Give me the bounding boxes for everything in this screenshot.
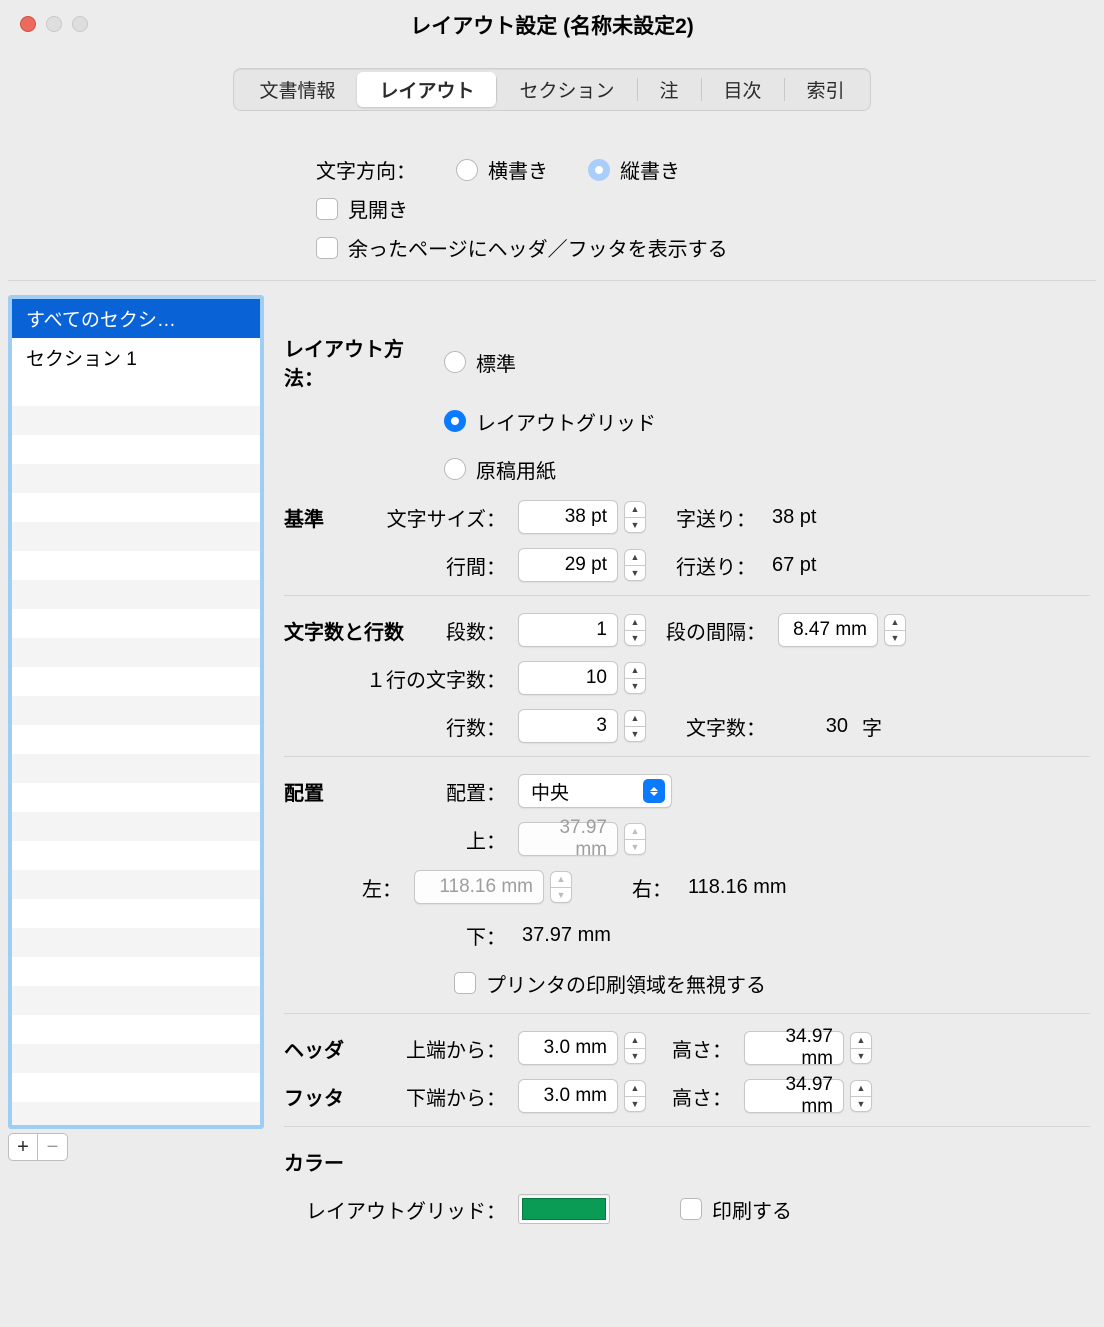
- char-feed-label: 字送り：: [676, 503, 756, 532]
- line-gap-label: 行間：: [364, 551, 518, 580]
- tab-document-info[interactable]: 文書情報: [237, 72, 357, 107]
- tab-bar: 文書情報 レイアウト セクション 注 目次 索引: [233, 68, 870, 111]
- radio-manuscript[interactable]: [444, 458, 466, 480]
- radio-vertical[interactable]: [588, 159, 610, 181]
- position-select[interactable]: 中央: [518, 774, 672, 808]
- left-field: 118.16 mm: [414, 870, 544, 904]
- lines-label: 行数：: [284, 712, 518, 741]
- titlebar: レイアウト設定 (名称未設定2): [0, 0, 1104, 50]
- position-heading: 配置: [284, 777, 434, 806]
- top-field: 37.97 mm: [518, 822, 618, 856]
- footer-heading: フッタ: [284, 1082, 404, 1111]
- checkbox-extra-header-footer[interactable]: [316, 237, 338, 259]
- chars-per-line-stepper[interactable]: ▲▼: [624, 662, 646, 694]
- footer-height-field[interactable]: 34.97 mm: [744, 1079, 844, 1113]
- column-gap-label: 段の間隔：: [666, 616, 766, 645]
- char-count-unit: 字: [858, 712, 882, 741]
- footer-height-label: 高さ：: [672, 1082, 732, 1111]
- base-heading: 基準: [284, 503, 364, 532]
- top-label: 上：: [284, 825, 518, 854]
- chevron-updown-icon: [643, 779, 665, 803]
- char-count-value: 30: [778, 715, 848, 738]
- radio-layout-standard-label: 標準: [476, 348, 516, 377]
- checkbox-ignore-printer-area[interactable]: [454, 972, 476, 994]
- checkbox-ignore-printer-area-label: プリンタの印刷領域を無視する: [486, 969, 766, 998]
- radio-manuscript-label: 原稿用紙: [476, 455, 556, 484]
- footer-from-stepper[interactable]: ▲▼: [624, 1080, 646, 1112]
- line-feed-label: 行送り：: [676, 551, 756, 580]
- header-height-stepper[interactable]: ▲▼: [850, 1032, 872, 1064]
- grid-color-label: レイアウトグリッド：: [284, 1195, 518, 1224]
- header-height-field[interactable]: 34.97 mm: [744, 1031, 844, 1065]
- header-from-label: 上端から：: [404, 1034, 518, 1063]
- right-value: 118.16 mm: [684, 876, 787, 899]
- tab-section[interactable]: セクション: [497, 72, 636, 107]
- radio-layout-grid[interactable]: [444, 410, 466, 432]
- minimize-window-button[interactable]: [46, 16, 62, 32]
- line-gap-field[interactable]: 29 pt: [518, 548, 618, 582]
- char-size-stepper[interactable]: ▲▼: [624, 501, 646, 533]
- char-size-field[interactable]: 38 pt: [518, 500, 618, 534]
- text-direction-label: 文字方向：: [316, 155, 456, 184]
- columns-field[interactable]: 1: [518, 613, 618, 647]
- chars-lines-heading: 文字数と行数: [284, 616, 434, 645]
- checkbox-spread-label: 見開き: [348, 194, 408, 223]
- chars-per-line-label: １行の文字数：: [284, 664, 518, 693]
- layout-method-label: レイアウト方法：: [284, 333, 444, 391]
- color-heading: カラー: [284, 1147, 404, 1176]
- position-select-value: 中央: [531, 778, 569, 805]
- grid-color-well[interactable]: [518, 1194, 610, 1224]
- line-feed-value: 67 pt: [768, 554, 816, 577]
- radio-vertical-label: 縦書き: [620, 155, 680, 184]
- checkbox-extra-header-footer-label: 余ったページにヘッダ／フッタを表示する: [348, 233, 728, 262]
- radio-layout-standard[interactable]: [444, 351, 466, 373]
- footer-from-label: 下端から：: [404, 1082, 518, 1111]
- tab-notes[interactable]: 注: [638, 72, 701, 107]
- right-label: 右：: [632, 873, 672, 902]
- grid-color-swatch: [522, 1198, 606, 1220]
- checkbox-print-grid-label: 印刷する: [712, 1195, 792, 1224]
- section-list-item-1[interactable]: セクション 1: [12, 338, 260, 377]
- left-stepper: ▲▼: [550, 871, 572, 903]
- traffic-lights: [20, 16, 88, 32]
- section-list[interactable]: すべてのセクシ… セクション 1: [8, 295, 264, 1129]
- checkbox-spread[interactable]: [316, 198, 338, 220]
- columns-label: 段数：: [434, 616, 518, 645]
- zoom-window-button[interactable]: [72, 16, 88, 32]
- section-list-item-all[interactable]: すべてのセクシ…: [12, 299, 260, 338]
- header-from-stepper[interactable]: ▲▼: [624, 1032, 646, 1064]
- chars-per-line-field[interactable]: 10: [518, 661, 618, 695]
- footer-from-field[interactable]: 3.0 mm: [518, 1079, 618, 1113]
- column-gap-stepper[interactable]: ▲▼: [884, 614, 906, 646]
- bottom-label: 下：: [284, 921, 518, 950]
- checkbox-print-grid[interactable]: [680, 1198, 702, 1220]
- section-add-remove: + −: [8, 1133, 264, 1161]
- top-stepper: ▲▼: [624, 823, 646, 855]
- tab-toc[interactable]: 目次: [702, 72, 784, 107]
- radio-horizontal-label: 横書き: [488, 155, 548, 184]
- line-gap-stepper[interactable]: ▲▼: [624, 549, 646, 581]
- radio-horizontal[interactable]: [456, 159, 478, 181]
- footer-height-stepper[interactable]: ▲▼: [850, 1080, 872, 1112]
- close-window-button[interactable]: [20, 16, 36, 32]
- char-size-label: 文字サイズ：: [364, 503, 518, 532]
- lines-stepper[interactable]: ▲▼: [624, 710, 646, 742]
- char-count-label: 文字数：: [686, 712, 766, 741]
- radio-layout-grid-label: レイアウトグリッド: [476, 407, 656, 436]
- bottom-value: 37.97 mm: [518, 924, 611, 947]
- header-heading: ヘッダ: [284, 1034, 404, 1063]
- header-from-field[interactable]: 3.0 mm: [518, 1031, 618, 1065]
- remove-section-button[interactable]: −: [38, 1133, 68, 1161]
- window-title: レイアウト設定 (名称未設定2): [0, 10, 1104, 40]
- lines-field[interactable]: 3: [518, 709, 618, 743]
- tab-layout[interactable]: レイアウト: [357, 72, 496, 107]
- left-label: 左：: [284, 873, 414, 902]
- header-height-label: 高さ：: [672, 1034, 732, 1063]
- columns-stepper[interactable]: ▲▼: [624, 614, 646, 646]
- position-label: 配置：: [434, 777, 518, 806]
- tab-index[interactable]: 索引: [785, 72, 867, 107]
- char-feed-value: 38 pt: [768, 506, 816, 529]
- add-section-button[interactable]: +: [8, 1133, 38, 1161]
- column-gap-field[interactable]: 8.47 mm: [778, 613, 878, 647]
